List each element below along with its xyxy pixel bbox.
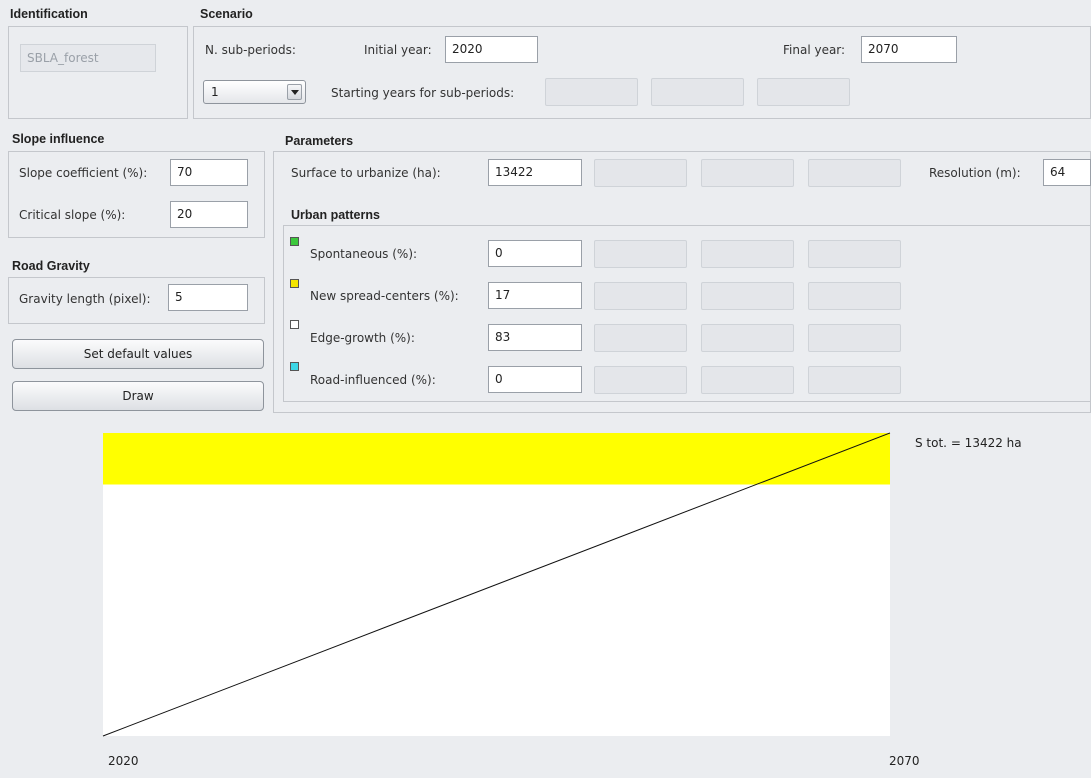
edge-growth-band	[103, 484, 890, 736]
x-tick-start-label: 2020	[108, 754, 139, 768]
urbanization-chart	[102, 432, 891, 737]
new-spread-centers-band	[103, 433, 890, 485]
total-surface-label: S tot. = 13422 ha	[915, 436, 1022, 450]
x-tick-end-label: 2070	[889, 754, 920, 768]
